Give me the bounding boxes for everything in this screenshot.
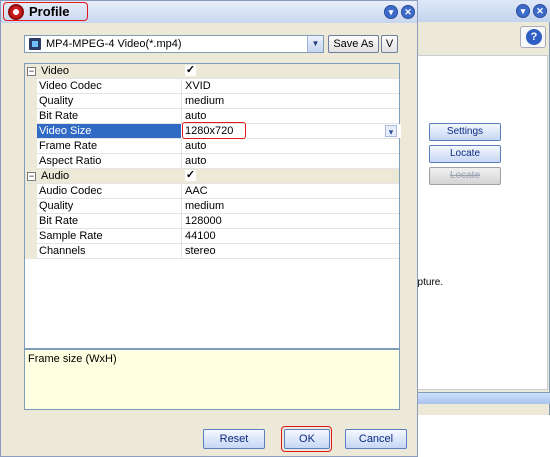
close-icon[interactable]: ✕ (533, 4, 547, 18)
background-window: ▾ ✕ ? Settings Locate Locate apture. (410, 0, 550, 415)
row-gutter (25, 124, 37, 139)
dialog-titlebar[interactable]: Profile ▾ ✕ (1, 1, 417, 23)
property-row[interactable]: Aspect Ratio auto (25, 154, 399, 169)
chevron-down-icon[interactable]: ▼ (307, 36, 323, 52)
row-gutter (25, 154, 37, 169)
column-divider (181, 139, 182, 154)
property-name: Frame Rate (39, 140, 98, 152)
property-value[interactable]: medium (185, 95, 224, 107)
row-gutter (25, 229, 37, 244)
property-name: Quality (39, 95, 74, 107)
property-value[interactable]: AAC (185, 185, 208, 197)
background-progress-strip (410, 392, 550, 404)
description-text: Frame size (WxH) (28, 353, 117, 365)
property-description: Frame size (WxH) (24, 349, 400, 410)
format-selected: MP4-MPEG-4 Video(*.mp4) (46, 38, 182, 50)
help-icon: ? (526, 29, 542, 45)
column-divider (181, 79, 182, 94)
value-highlight-outline (182, 122, 246, 139)
locate-button-disabled: Locate (429, 167, 501, 185)
format-select[interactable]: MP4-MPEG-4 Video(*.mp4) ▼ (24, 35, 324, 53)
collapse-icon[interactable]: − (27, 67, 36, 76)
cancel-button[interactable]: Cancel (345, 429, 407, 449)
column-divider (181, 154, 182, 169)
ok-highlight-outline (281, 426, 332, 452)
row-gutter (25, 109, 37, 124)
category-label: Video (41, 65, 69, 77)
property-value[interactable]: auto (185, 140, 206, 152)
row-gutter (25, 184, 37, 199)
row-gutter (25, 139, 37, 154)
property-name: Bit Rate (39, 215, 79, 227)
checkbox-icon[interactable]: ✓ (185, 65, 196, 76)
property-value[interactable]: XVID (185, 80, 211, 92)
property-row[interactable]: Sample Rate 44100 (25, 229, 399, 244)
locate-button[interactable]: Locate (429, 145, 501, 163)
property-name: Video Size (37, 124, 181, 138)
v-button[interactable]: V (381, 35, 398, 53)
chevron-down-icon[interactable]: ▾ (385, 125, 397, 137)
property-name: Aspect Ratio (39, 155, 102, 167)
property-grid: − Video ✓ Video Codec XVID Quality mediu… (24, 63, 401, 349)
row-gutter (25, 94, 37, 109)
property-name: Quality (39, 200, 74, 212)
row-gutter (25, 79, 37, 94)
column-divider (181, 109, 182, 124)
row-gutter (25, 214, 37, 229)
save-as-button[interactable]: Save As (328, 35, 379, 53)
property-name: Bit Rate (39, 110, 79, 122)
property-value[interactable]: auto (185, 155, 206, 167)
column-divider (181, 229, 182, 244)
help-button[interactable]: ? (520, 26, 546, 48)
minimize-icon[interactable]: ▾ (384, 5, 398, 19)
property-value[interactable]: stereo (185, 245, 216, 257)
property-name: Channels (39, 245, 86, 257)
column-divider (181, 184, 182, 199)
checkbox-icon[interactable]: ✓ (185, 170, 196, 181)
column-divider (181, 94, 182, 109)
property-row[interactable]: Channels stereo (25, 244, 399, 259)
category-label: Audio (41, 170, 70, 182)
collapse-icon[interactable]: − (27, 172, 36, 181)
property-row[interactable]: Audio Codec AAC (25, 184, 399, 199)
property-row[interactable]: Quality medium (25, 199, 399, 214)
property-name: Sample Rate (39, 230, 103, 242)
column-divider (181, 199, 182, 214)
column-divider (181, 214, 182, 229)
minimize-icon[interactable]: ▾ (516, 4, 530, 18)
title-highlight-outline (3, 2, 88, 21)
property-row[interactable]: Video Codec XVID (25, 79, 399, 94)
category-audio[interactable]: − Audio ✓ (25, 169, 399, 184)
row-gutter (25, 199, 37, 214)
property-row[interactable]: Frame Rate auto (25, 139, 399, 154)
background-window-titlebar: ▾ ✕ (410, 0, 550, 22)
property-value[interactable]: 44100 (185, 230, 216, 242)
row-gutter (25, 244, 37, 259)
property-row[interactable]: Bit Rate 128000 (25, 214, 399, 229)
film-icon (29, 38, 41, 50)
property-name: Video Codec (39, 80, 102, 92)
property-value[interactable]: auto (185, 110, 206, 122)
profile-dialog: Profile ▾ ✕ MP4-MPEG-4 Video(*.mp4) ▼ Sa… (0, 0, 418, 457)
property-name: Audio Codec (39, 185, 102, 197)
close-icon[interactable]: ✕ (401, 5, 415, 19)
property-value[interactable]: medium (185, 200, 224, 212)
category-video[interactable]: − Video ✓ (25, 64, 399, 79)
property-value[interactable]: 128000 (185, 215, 222, 227)
video-size-input[interactable]: 1280x720 (182, 122, 401, 139)
property-row-selected[interactable]: Video Size 1280x720 ▾ (25, 122, 401, 139)
background-panel: Settings Locate Locate (414, 55, 548, 390)
reset-button[interactable]: Reset (203, 429, 265, 449)
property-row[interactable]: Quality medium (25, 94, 399, 109)
settings-button[interactable]: Settings (429, 123, 501, 141)
column-divider (181, 244, 182, 259)
